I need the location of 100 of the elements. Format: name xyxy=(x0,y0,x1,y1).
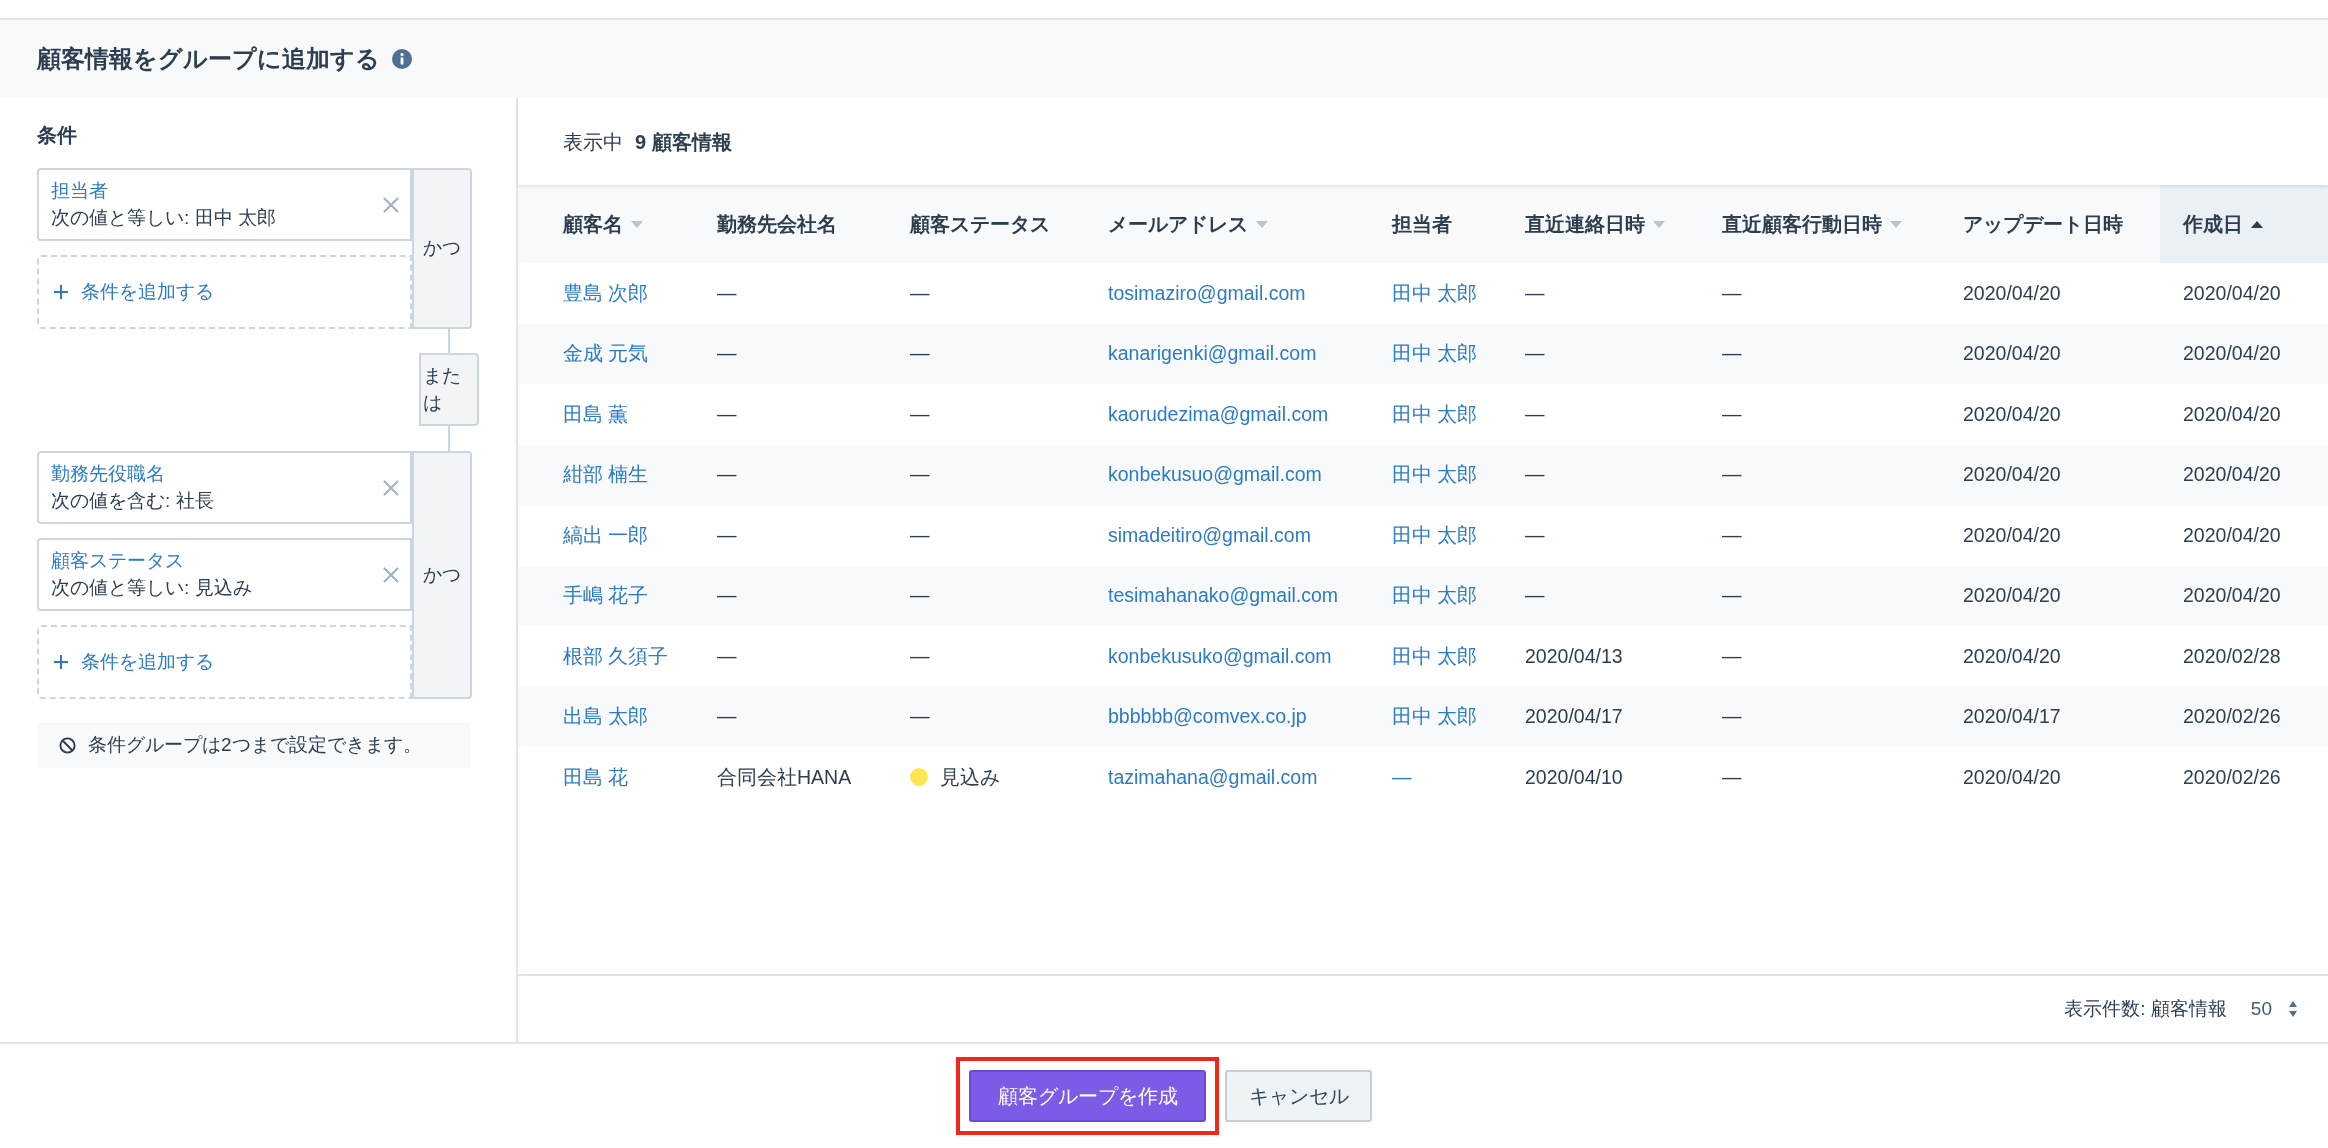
table-cell-text: — xyxy=(717,280,737,306)
summary-count: 9 顧客情報 xyxy=(635,129,732,155)
table-cell-text: 2020/04/17 xyxy=(1525,704,1623,730)
table-cell-text: — xyxy=(910,341,930,367)
table-link[interactable]: 根部 久須子 xyxy=(563,641,669,671)
table-cell-text: — xyxy=(910,522,930,548)
table-link[interactable]: simadeitiro@gmail.com xyxy=(1108,520,1311,550)
table-cell-text: 2020/04/13 xyxy=(1525,643,1623,669)
table-cell-text: 2020/04/20 xyxy=(1963,764,2061,790)
column-header[interactable]: 顧客名 xyxy=(518,185,717,263)
create-group-button[interactable]: 顧客グループを作成 xyxy=(969,1070,1206,1122)
table-cell-text: 合同会社HANA xyxy=(717,764,852,790)
summary-label: 表示中 xyxy=(563,129,623,155)
table-cell-text: — xyxy=(1722,643,1742,669)
table-cell-text: — xyxy=(717,401,737,427)
table-link[interactable]: 田中 太郎 xyxy=(1392,399,1478,429)
column-header[interactable]: 勤務先会社名 xyxy=(717,185,910,263)
column-header[interactable]: 顧客ステータス xyxy=(910,185,1108,263)
table-link[interactable]: 出島 太郎 xyxy=(563,702,649,732)
table-link[interactable]: 紺部 楠生 xyxy=(563,460,649,490)
table-link[interactable]: 金成 元気 xyxy=(563,339,649,369)
condition-rule: 次の値と等しい: 見込み xyxy=(51,575,253,600)
table-cell-text: 2020/04/10 xyxy=(1525,764,1623,790)
table-link[interactable]: konbekusuo@gmail.com xyxy=(1108,460,1322,490)
table-cell-text: — xyxy=(717,522,737,548)
table-link[interactable]: bbbbbb@comvex.co.jp xyxy=(1108,702,1307,732)
table-cell-text: 2020/02/26 xyxy=(2183,764,2281,790)
ban-icon xyxy=(59,736,76,754)
table-cell-text: — xyxy=(1525,341,1545,367)
table-cell-text: 2020/04/20 xyxy=(1963,643,2061,669)
table-cell-text: — xyxy=(1722,280,1742,306)
table-link[interactable]: kanarigenki@gmail.com xyxy=(1108,339,1317,369)
table-link[interactable]: 田中 太郎 xyxy=(1392,581,1478,611)
condition-field: 顧客ステータス xyxy=(51,547,382,575)
table-link[interactable]: 田中 太郎 xyxy=(1392,702,1478,732)
up-down-caret-icon xyxy=(2288,1000,2298,1018)
table-link[interactable]: 田中 太郎 xyxy=(1392,641,1478,671)
table-link[interactable]: 田中 太郎 xyxy=(1392,339,1478,369)
table-cell-text: — xyxy=(717,341,737,367)
condition-field: 勤務先役職名 xyxy=(51,460,382,488)
column-header[interactable]: 直近顧客行動日時 xyxy=(1722,185,1963,263)
table-link[interactable]: konbekusuko@gmail.com xyxy=(1108,641,1332,671)
column-header[interactable]: 直近連絡日時 xyxy=(1525,185,1722,263)
condition-field: 担当者 xyxy=(51,177,382,205)
section-heading: 条件 xyxy=(37,123,78,148)
table-link[interactable]: tazimahana@gmail.com xyxy=(1108,762,1318,792)
table-link[interactable]: kaorudezima@gmail.com xyxy=(1108,399,1329,429)
table-cell-text: — xyxy=(1722,341,1742,367)
condition-card[interactable]: 勤務先役職名 次の値を含む: 社長 xyxy=(37,451,412,524)
table-link[interactable]: — xyxy=(1392,762,1412,792)
status-label: 見込み xyxy=(940,764,1000,790)
table-cell-text: — xyxy=(717,462,737,488)
table-cell-text: — xyxy=(910,704,930,730)
table-cell-text: — xyxy=(1722,583,1742,609)
table-link[interactable]: 田中 太郎 xyxy=(1392,520,1478,550)
table-cell-text: — xyxy=(717,704,737,730)
dialog-title: 顧客情報をグループに追加する xyxy=(37,44,380,74)
plus-icon xyxy=(53,654,69,670)
or-connector: または xyxy=(419,353,479,426)
table-cell-text: 2020/04/20 xyxy=(2183,401,2281,427)
table-link[interactable]: 田中 太郎 xyxy=(1392,460,1478,490)
table-link[interactable]: 豊島 次郎 xyxy=(563,278,649,308)
table-cell-text: — xyxy=(717,583,737,609)
table-link[interactable]: 田中 太郎 xyxy=(1392,278,1478,308)
table-cell-text: — xyxy=(910,583,930,609)
column-header[interactable]: メールアドレス xyxy=(1108,185,1392,263)
column-header[interactable]: 担当者 xyxy=(1392,185,1525,263)
table-cell-text: 2020/02/26 xyxy=(2183,704,2281,730)
cancel-button[interactable]: キャンセル xyxy=(1225,1070,1372,1122)
table-cell-text: 2020/04/20 xyxy=(2183,341,2281,367)
note-text: 条件グループは2つまで設定できます。 xyxy=(88,735,423,756)
close-icon[interactable] xyxy=(382,565,400,584)
table-cell-text: 2020/04/20 xyxy=(1963,280,2061,306)
condition-card[interactable]: 担当者 次の値と等しい: 田中 太郎 xyxy=(37,168,412,241)
table-cell-text: — xyxy=(1525,280,1545,306)
table-cell-text: 2020/04/20 xyxy=(2183,462,2281,488)
table-link[interactable]: 手嶋 花子 xyxy=(563,581,649,611)
close-icon[interactable] xyxy=(382,195,400,214)
condition-card[interactable]: 顧客ステータス 次の値と等しい: 見込み xyxy=(37,538,412,611)
close-icon[interactable] xyxy=(382,478,400,497)
table-cell-text: — xyxy=(1525,401,1545,427)
table-cell-text: — xyxy=(1722,522,1742,548)
table-cell-text: — xyxy=(910,643,930,669)
and-connector: かつ xyxy=(412,168,472,329)
table-link[interactable]: 田島 花 xyxy=(563,762,629,792)
page-size-select[interactable]: 50 xyxy=(2250,994,2298,1024)
column-header[interactable]: 作成日 xyxy=(2160,185,2328,263)
condition-rule: 次の値と等しい: 田中 太郎 xyxy=(51,205,277,230)
table-link[interactable]: tesimahanako@gmail.com xyxy=(1108,581,1339,611)
table-cell-text: — xyxy=(1722,462,1742,488)
table-link[interactable]: tosimaziro@gmail.com xyxy=(1108,278,1306,308)
table-cell-text: — xyxy=(1525,462,1545,488)
table-link[interactable]: 田島 薫 xyxy=(563,399,629,429)
table-cell-text: — xyxy=(910,280,930,306)
table-cell-text: — xyxy=(910,401,930,427)
column-header[interactable]: アップデート日時 xyxy=(1963,185,2160,263)
table-cell-text: — xyxy=(1525,522,1545,548)
table-cell-text: 2020/04/20 xyxy=(2183,280,2281,306)
and-connector: かつ xyxy=(412,451,472,699)
table-link[interactable]: 縞出 一郎 xyxy=(563,520,649,550)
